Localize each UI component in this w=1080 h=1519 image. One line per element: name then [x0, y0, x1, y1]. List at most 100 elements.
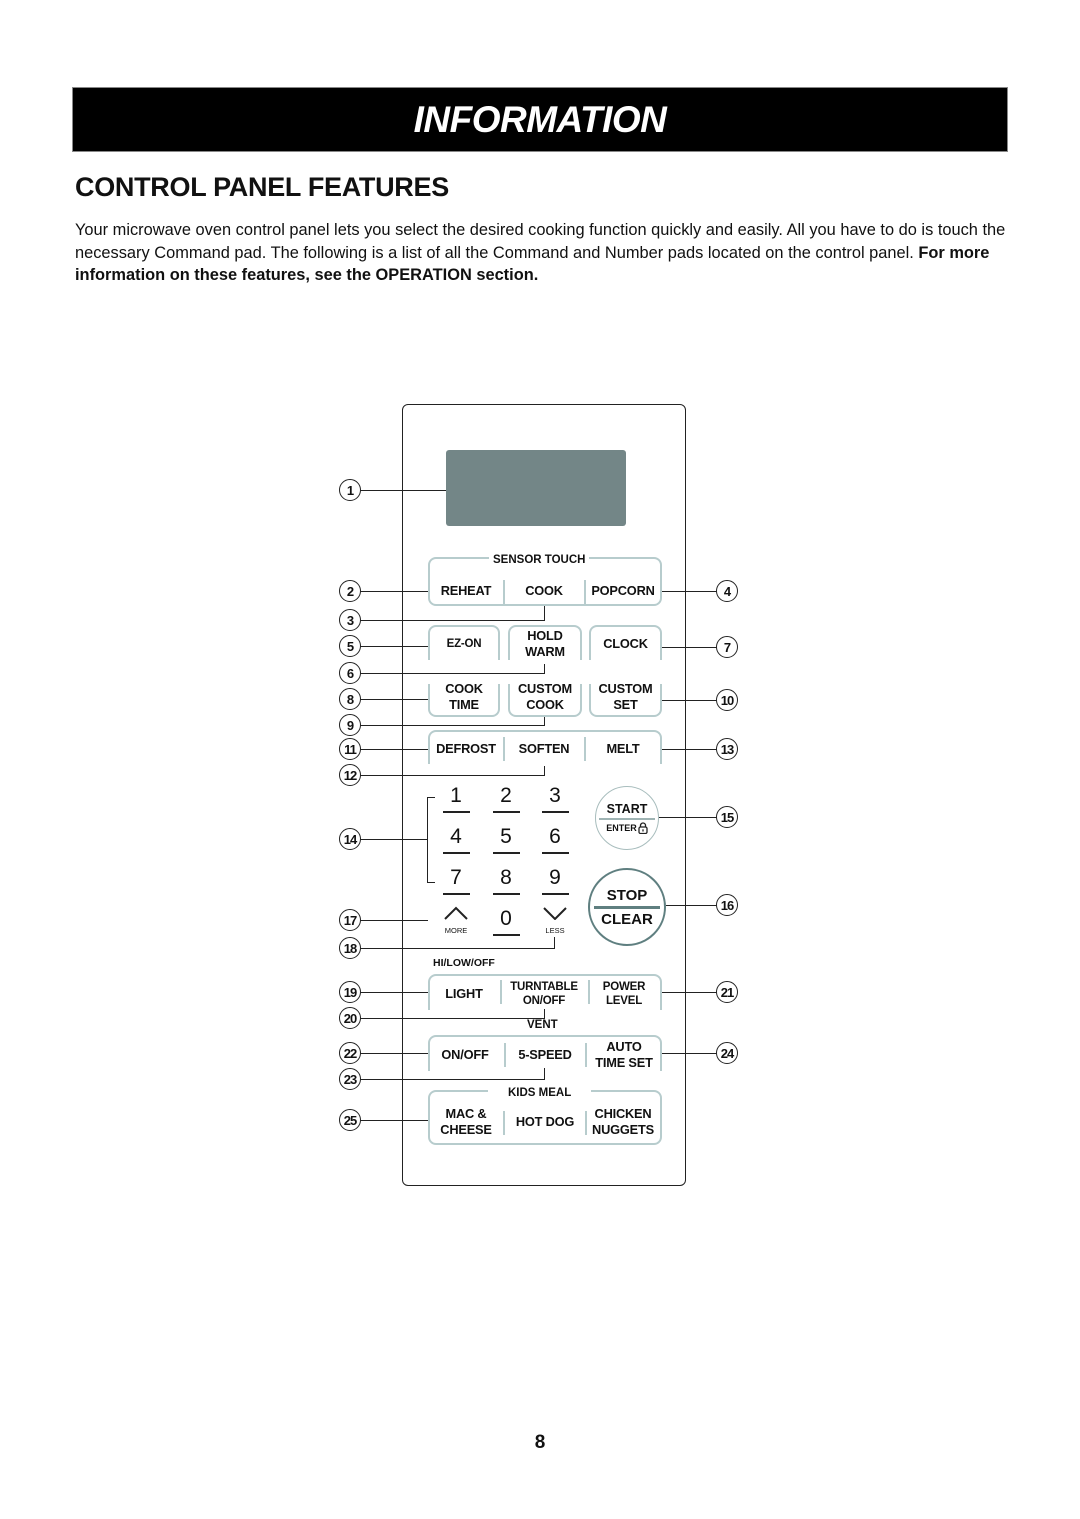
callout-9: 9 [339, 714, 361, 736]
turntable-pad[interactable]: TURNTABLE ON/OFF [502, 978, 586, 1010]
group-label-kids-meal: KIDS MEAL [488, 1087, 592, 1099]
lock-icon [638, 822, 648, 834]
defrost-pad[interactable]: DEFROST [430, 741, 502, 757]
reheat-pad[interactable]: REHEAT [430, 582, 502, 600]
number-pad-9[interactable]: 9 [535, 866, 575, 896]
custom-cook-pad[interactable]: CUSTOM COOK [510, 680, 580, 714]
vent-on-off-pad[interactable]: ON/OFF [430, 1047, 500, 1063]
number-pad-0[interactable]: 0 [486, 907, 526, 937]
leader-line [427, 797, 435, 799]
banner-title: INFORMATION [413, 98, 667, 140]
more-button[interactable]: MORE [440, 906, 472, 935]
section-banner: INFORMATION [72, 87, 1008, 152]
leader-line [360, 1079, 544, 1081]
auto-time-set-pad[interactable]: AUTO TIME SET [587, 1038, 661, 1072]
callout-20: 20 [339, 1007, 361, 1029]
leader-line [662, 700, 718, 702]
leader-line [544, 1009, 546, 1019]
leader-line [360, 775, 544, 777]
intro-paragraph: Your microwave oven control panel lets y… [75, 219, 1015, 287]
number-pad-label: 0 [500, 907, 512, 930]
callout-11: 11 [339, 738, 361, 760]
light-pad[interactable]: LIGHT [430, 986, 498, 1002]
pad-separator [503, 737, 505, 761]
number-pad-label: 9 [549, 866, 561, 889]
callout-14: 14 [339, 828, 361, 850]
pad-separator [504, 1043, 506, 1067]
mac-cheese-pad[interactable]: MAC & CHEESE [430, 1105, 502, 1139]
number-pad-4[interactable]: 4 [436, 825, 476, 855]
leader-line [360, 646, 428, 648]
callout-18: 18 [339, 937, 361, 959]
leader-line [360, 620, 544, 622]
number-pad-8[interactable]: 8 [486, 866, 526, 896]
melt-pad[interactable]: MELT [586, 741, 660, 757]
intro-text: Your microwave oven control panel lets y… [75, 221, 1006, 262]
five-speed-pad[interactable]: 5-SPEED [507, 1047, 583, 1063]
callout-13: 13 [716, 738, 738, 760]
leader-line [360, 699, 428, 701]
display-window [446, 450, 626, 526]
leader-line [666, 905, 718, 907]
leader-line [544, 664, 546, 674]
less-button[interactable]: LESS [539, 906, 571, 935]
callout-24: 24 [716, 1042, 738, 1064]
leader-line [662, 749, 718, 751]
callout-5: 5 [339, 635, 361, 657]
leader-line [360, 1053, 428, 1055]
leader-line [360, 992, 428, 994]
less-label: LESS [545, 926, 565, 935]
leader-line [360, 591, 428, 593]
number-pad-3[interactable]: 3 [535, 784, 575, 814]
group-label-hi-low-off: HI/LOW/OFF [433, 957, 495, 969]
callout-16: 16 [716, 894, 738, 916]
pad-separator [503, 1111, 505, 1135]
number-pad-5[interactable]: 5 [486, 825, 526, 855]
number-pad-label: 1 [450, 784, 462, 807]
number-pad-label: 2 [500, 784, 512, 807]
chevron-up-icon [444, 906, 468, 920]
soften-pad[interactable]: SOFTEN [506, 741, 582, 757]
number-pad-6[interactable]: 6 [535, 825, 575, 855]
number-pad-label: 7 [450, 866, 462, 889]
power-level-pad[interactable]: POWER LEVEL [590, 978, 658, 1010]
cook-time-pad[interactable]: COOK TIME [430, 680, 498, 714]
chicken-nuggets-pad[interactable]: CHICKEN NUGGETS [587, 1105, 659, 1139]
callout-17: 17 [339, 909, 361, 931]
page-title: CONTROL PANEL FEATURES [75, 172, 449, 202]
page-number: 8 [534, 1432, 546, 1453]
callout-22: 22 [339, 1042, 361, 1064]
start-enter-button[interactable]: START ENTER [595, 786, 659, 850]
callout-7: 7 [716, 636, 738, 658]
leader-line [662, 992, 718, 994]
popcorn-pad[interactable]: POPCORN [586, 582, 660, 600]
number-pad-2[interactable]: 2 [486, 784, 526, 814]
callout-6: 6 [339, 662, 361, 684]
leader-line [427, 797, 429, 883]
clock-pad[interactable]: CLOCK [591, 636, 660, 652]
leader-line [360, 673, 544, 675]
leader-line [360, 948, 554, 950]
leader-line [360, 725, 544, 727]
leader-line [662, 591, 718, 593]
ez-on-pad[interactable]: EZ-ON [430, 636, 498, 652]
hold-warm-pad[interactable]: HOLD WARM [510, 627, 580, 661]
panel-edge [402, 404, 403, 1186]
callout-15: 15 [716, 806, 738, 828]
leader-line [360, 920, 428, 922]
callout-19: 19 [339, 981, 361, 1003]
number-pad-1[interactable]: 1 [436, 784, 476, 814]
group-label-vent: VENT [527, 1019, 558, 1031]
leader-line [427, 882, 435, 884]
more-label: MORE [444, 926, 468, 935]
hot-dog-pad[interactable]: HOT DOG [506, 1114, 584, 1130]
callout-8: 8 [339, 688, 361, 710]
leader-line [360, 1120, 428, 1122]
number-pad-7[interactable]: 7 [436, 866, 476, 896]
custom-set-pad[interactable]: CUSTOM SET [591, 680, 660, 714]
leader-line [659, 817, 718, 819]
stop-clear-button[interactable]: STOP CLEAR [588, 868, 666, 946]
number-pad-label: 6 [549, 825, 561, 848]
sensor-cook-pad[interactable]: COOK [506, 582, 582, 600]
callout-2: 2 [339, 580, 361, 602]
